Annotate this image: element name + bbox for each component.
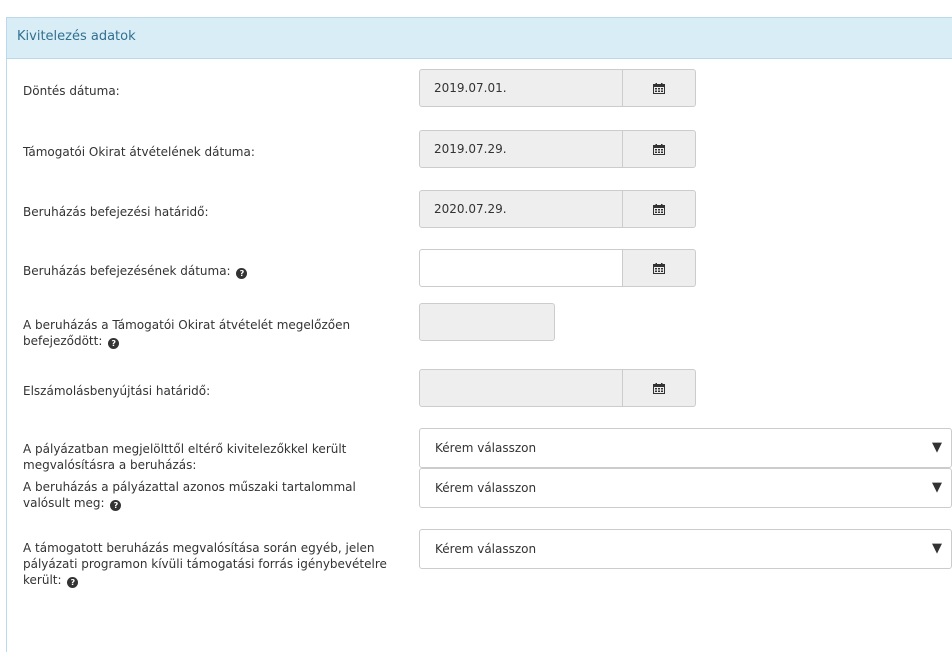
kivitelezok-select[interactable]: Kérem válasszon ▼ [419, 428, 952, 468]
elszamolas-hatarido-calendar-button[interactable] [622, 369, 696, 407]
caret-down-icon: ▼ [932, 440, 942, 455]
muszaki-label: A beruházás a pályázattal azonos műszaki… [23, 480, 356, 510]
muszaki-select-value: Kérem válasszon [435, 481, 537, 495]
befejezesi-hatarido-calendar-button[interactable] [622, 190, 696, 228]
kivitelezok-label: A pályázatban megjelölttől eltérő kivite… [23, 442, 347, 472]
okirat-atvetel-input: 2019.07.29. [419, 130, 623, 168]
megelozoen-label: A beruházás a Támogatói Okirat átvételét… [23, 318, 351, 348]
question-circle-icon[interactable]: ? [67, 577, 79, 588]
kivitelezes-panel: Kivitelezés adatok Döntés dátuma: 2019.0… [6, 17, 952, 652]
megelozoen-field [419, 303, 555, 341]
elszamolas-hatarido-input [419, 369, 623, 407]
befejezes-datuma-label: Beruházás befejezésének dátuma: [23, 264, 231, 278]
calendar-icon [653, 262, 665, 274]
okirat-atvetel-label: Támogatói Okirat átvételének dátuma: [23, 145, 255, 159]
egyeb-label-wrap: A támogatott beruházás megvalósítása sor… [23, 540, 393, 588]
megelozoen-label-wrap: A beruházás a Támogatói Okirat átvételét… [23, 317, 393, 349]
question-circle-icon[interactable]: ? [236, 268, 248, 279]
dontes-datuma-label: Döntés dátuma: [23, 84, 120, 98]
egyeb-select[interactable]: Kérem válasszon ▼ [419, 529, 952, 569]
dontes-datuma-calendar-button[interactable] [622, 69, 696, 107]
befejezes-datuma-label-wrap: Beruházás befejezésének dátuma: ? [23, 263, 403, 279]
befejezesi-hatarido-input: 2020.07.29. [419, 190, 623, 228]
kivitelezok-select-value: Kérem válasszon [435, 441, 537, 455]
okirat-atvetel-calendar-button[interactable] [622, 130, 696, 168]
caret-down-icon: ▼ [932, 480, 942, 495]
befejezesi-hatarido-label: Beruházás befejezési határidő: [23, 205, 209, 219]
question-circle-icon[interactable]: ? [108, 338, 120, 349]
calendar-icon [653, 203, 665, 215]
elszamolas-hatarido-label: Elszámolásbenyújtási határidő: [23, 384, 211, 398]
egyeb-select-value: Kérem válasszon [435, 542, 537, 556]
befejezes-datuma-calendar-button[interactable] [622, 249, 696, 287]
question-circle-icon[interactable]: ? [110, 500, 122, 511]
calendar-icon [653, 143, 665, 155]
panel-header: Kivitelezés adatok [7, 17, 952, 59]
dontes-datuma-input: 2019.07.01. [419, 69, 623, 107]
befejezes-datuma-input[interactable] [419, 249, 623, 287]
caret-down-icon: ▼ [932, 541, 942, 556]
muszaki-label-wrap: A beruházás a pályázattal azonos műszaki… [23, 479, 393, 511]
muszaki-select[interactable]: Kérem válasszon ▼ [419, 468, 952, 508]
calendar-icon [653, 382, 665, 394]
panel-title: Kivitelezés adatok [17, 29, 136, 44]
calendar-icon [653, 82, 665, 94]
